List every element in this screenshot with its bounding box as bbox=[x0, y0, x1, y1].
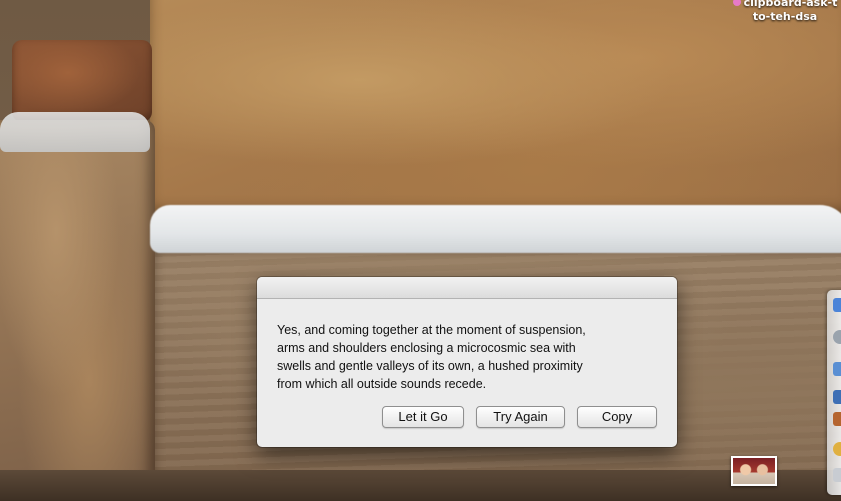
message-line: Yes, and coming together at the moment o… bbox=[277, 323, 586, 337]
stone-left bbox=[0, 120, 155, 490]
snow-left bbox=[0, 112, 150, 152]
dock bbox=[827, 290, 841, 495]
snow-ledge bbox=[150, 205, 841, 253]
dock-app-icon[interactable] bbox=[833, 412, 841, 426]
desktop-file-label-line2: to-teh-dsa bbox=[752, 10, 818, 23]
stone-top bbox=[150, 0, 841, 215]
dock-app-icon[interactable] bbox=[833, 468, 841, 482]
stone-small bbox=[12, 40, 152, 122]
message-line: arms and shoulders enclosing a microcosm… bbox=[277, 341, 576, 355]
try-again-button[interactable]: Try Again bbox=[476, 406, 565, 428]
dock-app-icon[interactable] bbox=[833, 390, 841, 404]
dialog-message: Yes, and coming together at the moment o… bbox=[277, 321, 667, 393]
dock-app-icon[interactable] bbox=[833, 362, 841, 376]
dock-app-icon[interactable] bbox=[833, 298, 841, 312]
dialog-button-row: Let it Go Try Again Copy bbox=[257, 406, 677, 428]
message-line: swells and gentle valleys of its own, a … bbox=[277, 359, 583, 373]
desktop-file-label-line1: clipboard-ask-t bbox=[729, 0, 841, 10]
clipboard-dialog: Yes, and coming together at the moment o… bbox=[257, 277, 677, 447]
copy-button[interactable]: Copy bbox=[577, 406, 657, 428]
tag-dot-icon bbox=[732, 0, 741, 6]
desktop-file-label[interactable]: clipboard-ask-t to-teh-dsa bbox=[729, 0, 841, 24]
wall-base bbox=[0, 470, 841, 501]
dialog-titlebar[interactable] bbox=[257, 277, 677, 299]
dock-app-icon[interactable] bbox=[833, 442, 841, 456]
photo-thumbnail-icon[interactable] bbox=[731, 456, 777, 486]
let-it-go-button[interactable]: Let it Go bbox=[382, 406, 464, 428]
message-line: from which all outside sounds recede. bbox=[277, 377, 487, 391]
dock-app-icon[interactable] bbox=[833, 330, 841, 344]
